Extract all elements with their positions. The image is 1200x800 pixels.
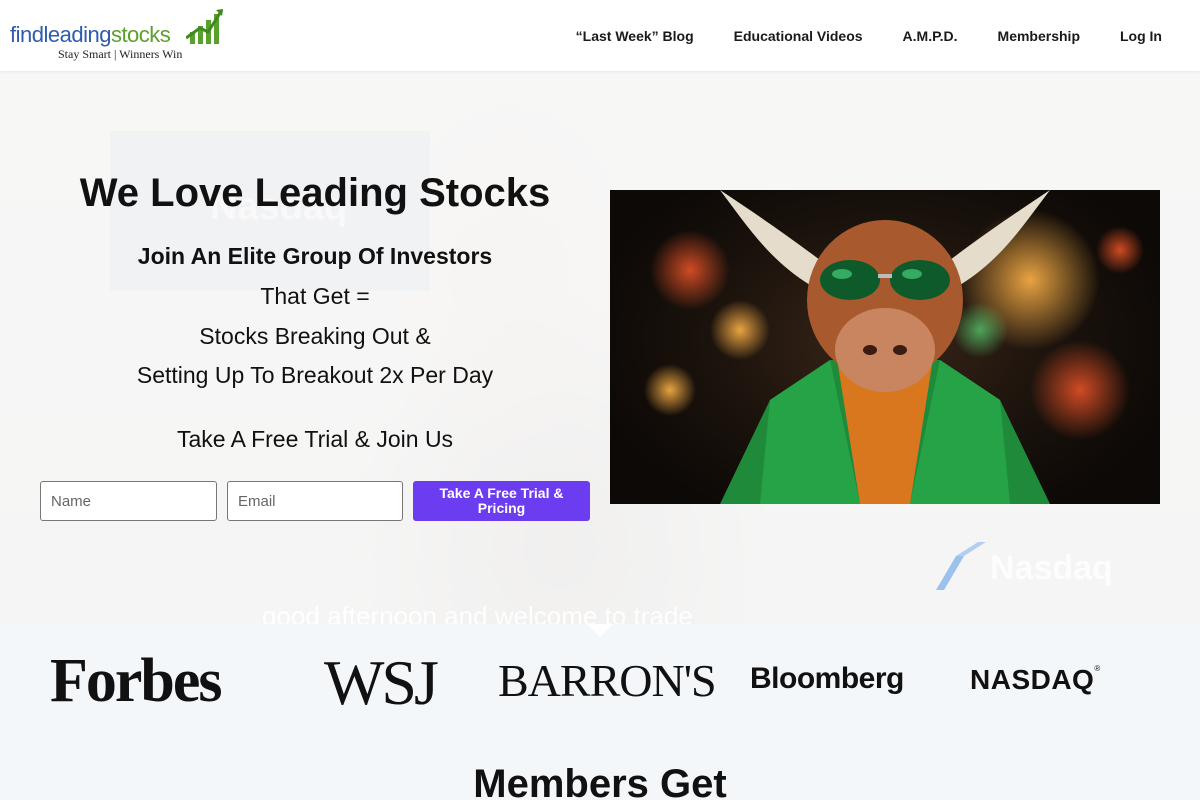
hero-line-2: Stocks Breaking Out &	[199, 323, 431, 349]
wsj-logo: WSJ	[324, 647, 439, 718]
logo-word-part1: findleading	[10, 22, 111, 47]
hero-title: We Love Leading Stocks	[79, 171, 551, 215]
nasdaq-registered-mark: ®	[1094, 664, 1101, 673]
members-heading: Members Get	[473, 762, 727, 800]
rising-bars-icon	[186, 9, 224, 44]
barrons-logo: BARRON'S	[498, 655, 717, 706]
logo-word-part2: stocks	[110, 22, 171, 47]
nasdaq-logo-text: NASDAQ	[970, 664, 1095, 695]
hero-cta-text: Take A Free Trial & Join Us	[176, 426, 454, 452]
hero-line-3: Setting Up To Breakout 2x Per Day	[136, 362, 494, 388]
nasdaq-mark-icon	[936, 542, 986, 590]
strip-arrow-indicator	[587, 624, 613, 637]
nav-membership[interactable]: Membership	[998, 28, 1080, 44]
hero-line-1: That Get =	[260, 283, 370, 309]
hero-section: Nasdaq Nasdaq good afternoon and welcome…	[0, 71, 1200, 624]
bull-image	[610, 190, 1160, 504]
bloomberg-logo: Bloomberg	[750, 662, 904, 695]
nav-login[interactable]: Log In	[1120, 28, 1162, 44]
video-caption: good afternoon and welcome to trade	[262, 601, 693, 624]
bull-illustration	[644, 190, 1144, 504]
site-logo[interactable]: findleadingstocks Stay Smart | Winners W…	[10, 8, 225, 64]
forbes-logo: Forbes	[50, 647, 223, 715]
background-watermark-right: Nasdaq	[990, 549, 1113, 587]
email-input[interactable]	[227, 481, 403, 521]
nav-blog[interactable]: “Last Week” Blog	[576, 28, 694, 44]
nav-educational-videos[interactable]: Educational Videos	[734, 28, 863, 44]
nav-ampd[interactable]: A.M.P.D.	[903, 28, 958, 44]
site-header: findleadingstocks Stay Smart | Winners W…	[0, 0, 1200, 71]
hero-subtitle: Join An Elite Group Of Investors	[137, 243, 493, 269]
free-trial-button[interactable]: Take A Free Trial & Pricing	[413, 481, 590, 521]
name-input[interactable]	[40, 481, 217, 521]
nasdaq-logo: NASDAQ®	[970, 664, 1101, 696]
logo-wordmark: findleadingstocks	[10, 22, 171, 48]
main-nav: “Last Week” Blog Educational Videos A.M.…	[536, 0, 1162, 71]
logo-tagline: Stay Smart | Winners Win	[58, 47, 183, 61]
